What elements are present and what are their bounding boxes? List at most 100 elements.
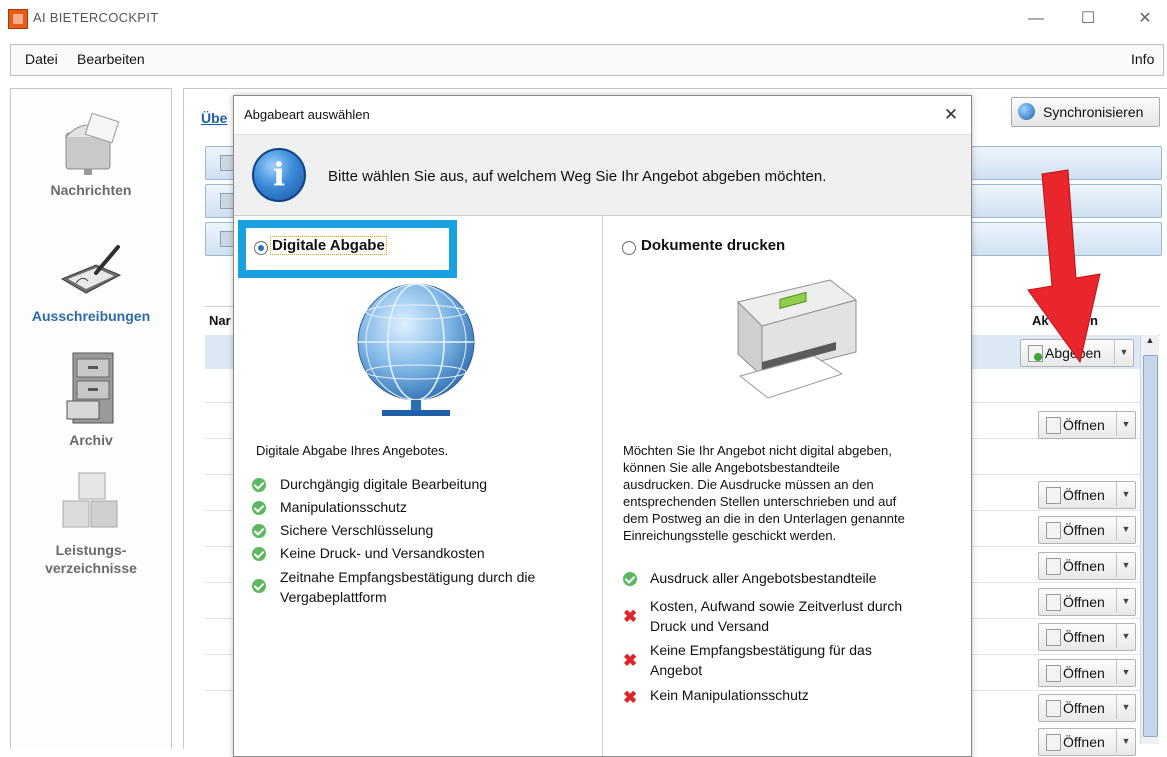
nav-label-ausschreibungen: Ausschreibungen <box>31 308 151 324</box>
oeffnen-button[interactable]: Öffnen ▼ <box>1038 552 1136 580</box>
document-icon <box>1046 558 1061 575</box>
digital-feature: Sichere Verschlüsselung <box>280 522 434 538</box>
column-divider <box>602 215 603 756</box>
label-digitale-abgabe[interactable]: Digitale Abgabe <box>270 236 387 255</box>
print-desc-line: Möchten Sie Ihr Angebot nicht digital ab… <box>623 443 892 458</box>
menu-datei[interactable]: Datei <box>25 51 58 67</box>
left-navigation: Nachrichten Ausschreibungen Archiv Leist… <box>10 88 172 749</box>
digital-feature: Zeitnahe Empfangsbestätigung durch die <box>280 569 536 585</box>
label-dokumente-drucken[interactable]: Dokumente drucken <box>641 237 785 254</box>
oeffnen-button[interactable]: Öffnen ▼ <box>1038 516 1136 544</box>
oeffnen-button[interactable]: Öffnen ▼ <box>1038 588 1136 616</box>
oeffnen-label: Öffnen <box>1063 700 1105 716</box>
synchronize-label: Synchronisieren <box>1043 104 1144 120</box>
oeffnen-button[interactable]: Öffnen ▼ <box>1038 481 1136 509</box>
nav-item-archiv[interactable]: Archiv <box>11 351 171 449</box>
cross-icon: ✖ <box>623 688 638 707</box>
check-icon <box>252 547 266 561</box>
print-con: Kein Manipulationsschutz <box>650 687 809 703</box>
oeffnen-button[interactable]: Öffnen ▼ <box>1038 623 1136 651</box>
scroll-up-arrow-icon[interactable]: ▲ <box>1141 335 1159 351</box>
oeffnen-label: Öffnen <box>1063 558 1105 574</box>
check-icon <box>252 478 266 492</box>
chevron-down-icon[interactable]: ▼ <box>1116 482 1135 506</box>
chevron-down-icon[interactable]: ▼ <box>1116 517 1135 541</box>
column-header-name[interactable]: Nar <box>209 313 231 328</box>
dialog-title: Abgabeart auswählen <box>244 107 370 122</box>
chevron-down-icon[interactable]: ▼ <box>1116 660 1135 684</box>
scrollbar-thumb[interactable] <box>1143 355 1158 737</box>
print-con: Kosten, Aufwand sowie Zeitverlust durch <box>650 598 903 614</box>
digital-description: Digitale Abgabe Ihres Angebotes. <box>256 443 449 458</box>
print-con: Keine Empfangsbestätigung für das <box>650 642 872 658</box>
radio-digitale-abgabe[interactable] <box>254 241 268 255</box>
abgabeart-dialog: Abgabeart auswählen ✕ i Bitte wählen Sie… <box>233 95 972 757</box>
oeffnen-label: Öffnen <box>1063 417 1105 433</box>
document-icon <box>1046 629 1061 646</box>
print-con-cont: Angebot <box>650 662 703 678</box>
close-icon[interactable]: ✕ <box>937 102 965 128</box>
chevron-down-icon[interactable]: ▼ <box>1116 624 1135 648</box>
nav-item-ausschreibungen[interactable]: Ausschreibungen <box>11 239 171 325</box>
oeffnen-button[interactable]: Öffnen ▼ <box>1038 728 1136 756</box>
digital-feature: Durchgängig digitale Bearbeitung <box>280 476 488 492</box>
tab-uebersicht[interactable]: Übe <box>201 110 227 126</box>
table-scrollbar[interactable]: ▲ <box>1140 335 1159 744</box>
check-icon <box>252 579 266 593</box>
chevron-down-icon[interactable]: ▼ <box>1116 412 1135 436</box>
document-icon <box>1046 594 1061 611</box>
chevron-down-icon[interactable]: ▼ <box>1116 589 1135 613</box>
cubes-icon <box>62 472 118 528</box>
print-desc-line: ausdrucken. Die Ausdrucke müssen an den <box>623 477 874 492</box>
print-desc-line: dem Postweg an die in den Unterlagen gen… <box>623 511 905 526</box>
mailbox-icon <box>65 112 120 175</box>
menu-info[interactable]: Info <box>1131 51 1154 67</box>
nav-item-leistungsverzeichnisse[interactable]: Leistungs- verzeichnisse <box>11 469 171 577</box>
check-icon <box>252 524 266 538</box>
synchronize-button[interactable]: Synchronisieren <box>1011 97 1160 127</box>
app-logo-icon <box>8 9 28 29</box>
close-window-button[interactable]: ✕ <box>1125 6 1165 32</box>
cross-icon: ✖ <box>623 607 638 626</box>
document-icon <box>1046 487 1061 504</box>
globe-network-icon <box>357 283 475 416</box>
cross-icon: ✖ <box>623 651 638 670</box>
globe-sync-icon <box>1018 103 1035 120</box>
nav-label-nachrichten: Nachrichten <box>50 182 132 198</box>
info-icon: i <box>252 148 306 202</box>
printer-icon <box>737 279 858 399</box>
chevron-down-icon[interactable]: ▼ <box>1116 729 1135 753</box>
dialog-header: i Bitte wählen Sie aus, auf welchem Weg … <box>234 135 971 216</box>
oeffnen-label: Öffnen <box>1063 734 1105 750</box>
document-icon <box>1046 417 1061 434</box>
print-desc-line: können Sie alle Angebotsbestandteile <box>623 460 840 475</box>
dialog-intro-text: Bitte wählen Sie aus, auf welchem Weg Si… <box>328 168 827 185</box>
window-titlebar: AI BIETERCOCKPIT — ☐ ✕ <box>0 0 1167 38</box>
print-pro: Ausdruck aller Angebotsbestandteile <box>650 570 877 586</box>
oeffnen-label: Öffnen <box>1063 665 1105 681</box>
oeffnen-button[interactable]: Öffnen ▼ <box>1038 659 1136 687</box>
oeffnen-label: Öffnen <box>1063 487 1105 503</box>
dialog-titlebar: Abgabeart auswählen ✕ <box>234 96 971 135</box>
menu-bearbeiten[interactable]: Bearbeiten <box>77 51 145 67</box>
document-icon <box>1046 522 1061 539</box>
document-icon <box>1046 734 1061 751</box>
radio-dokumente-drucken[interactable] <box>622 241 636 255</box>
oeffnen-button[interactable]: Öffnen ▼ <box>1038 411 1136 439</box>
oeffnen-button[interactable]: Öffnen ▼ <box>1038 694 1136 722</box>
chevron-down-icon[interactable]: ▼ <box>1114 340 1133 364</box>
print-con-cont: Druck und Versand <box>650 618 770 634</box>
chevron-down-icon[interactable]: ▼ <box>1116 695 1135 719</box>
filing-cabinet-icon <box>66 352 114 424</box>
digital-feature: Manipulationsschutz <box>280 499 407 515</box>
signature-pad-icon <box>60 245 122 294</box>
minimize-button[interactable]: — <box>1016 6 1056 32</box>
menu-bar: Datei Bearbeiten Info <box>10 44 1164 76</box>
oeffnen-label: Öffnen <box>1063 522 1105 538</box>
check-icon <box>252 501 266 515</box>
nav-item-nachrichten[interactable]: Nachrichten <box>11 109 171 199</box>
check-icon <box>623 572 637 586</box>
chevron-down-icon[interactable]: ▼ <box>1116 553 1135 577</box>
maximize-button[interactable]: ☐ <box>1068 6 1108 32</box>
print-desc-line: entsprechenden Stellen unterschrieben un… <box>623 494 897 509</box>
